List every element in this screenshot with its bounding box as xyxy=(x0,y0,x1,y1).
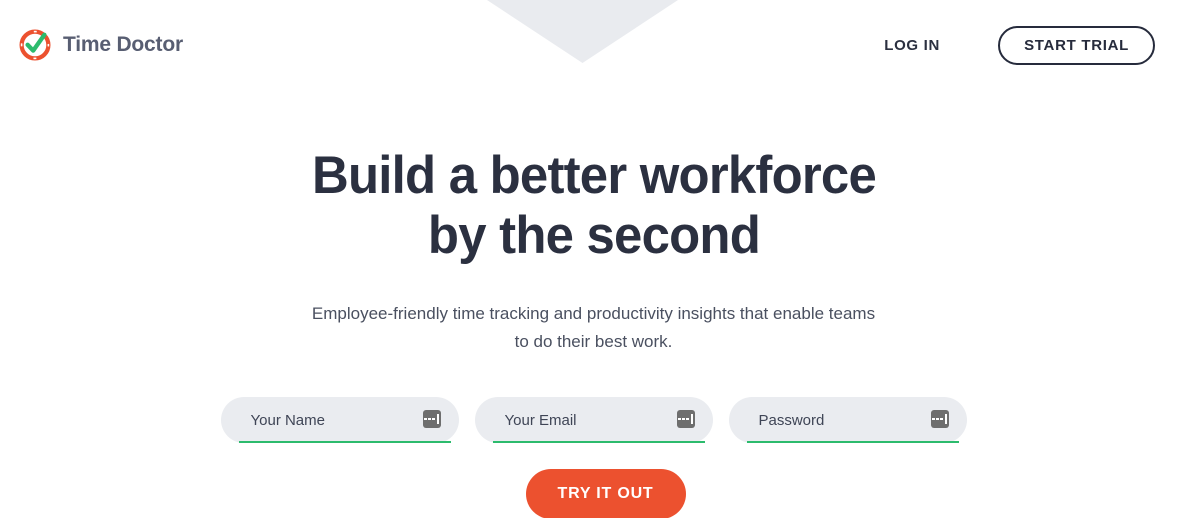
autofill-icon[interactable] xyxy=(676,410,695,428)
autofill-icon[interactable] xyxy=(930,410,949,428)
password-field[interactable] xyxy=(728,397,967,443)
header-nav-actions: LOG IN START TRIAL xyxy=(884,25,1155,65)
your-name-field[interactable] xyxy=(220,397,459,443)
page-title-line-2: by the second xyxy=(427,206,760,265)
landing-page: Time Doctor LOG IN START TRIAL Build a b… xyxy=(0,0,1187,518)
login-link[interactable]: LOG IN xyxy=(884,37,940,54)
time-doctor-check-circle-icon xyxy=(19,29,51,60)
brand-logo-link[interactable]: Time Doctor xyxy=(18,22,183,68)
your-email-field-underline xyxy=(492,441,705,443)
your-email-field[interactable] xyxy=(474,397,713,443)
hero-subtitle: Employee-friendly time tracking and prod… xyxy=(311,304,876,351)
page-title-line-1: Build a better workforce xyxy=(311,146,877,205)
autofill-icon[interactable] xyxy=(422,410,441,428)
password-field-underline xyxy=(746,441,959,443)
your-name-field-underline xyxy=(238,441,451,443)
cta-container: TRY IT OUT xyxy=(0,443,1187,518)
signup-form xyxy=(220,356,967,443)
brand-name: Time Doctor xyxy=(63,32,183,56)
site-header: Time Doctor LOG IN START TRIAL xyxy=(0,0,1187,90)
try-it-out-button[interactable]: TRY IT OUT xyxy=(525,469,686,518)
start-trial-button[interactable]: START TRIAL xyxy=(998,25,1155,65)
